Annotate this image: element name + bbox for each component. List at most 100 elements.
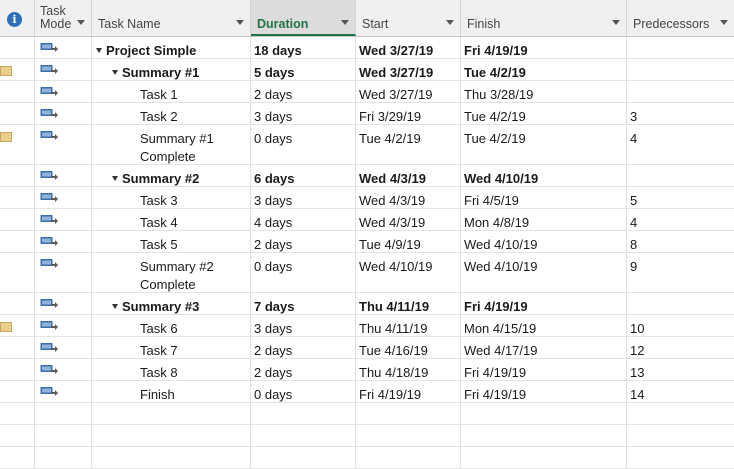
finish-column-header[interactable]: Finish: [461, 0, 627, 36]
empty-cell[interactable]: [92, 425, 251, 446]
finish-cell[interactable]: Fri 4/19/19: [461, 37, 627, 58]
task-mode-cell[interactable]: [35, 187, 92, 208]
empty-row[interactable]: [0, 447, 734, 469]
task-mode-column-header[interactable]: Task Mode: [35, 0, 92, 36]
predecessors-cell[interactable]: [627, 293, 734, 314]
start-cell[interactable]: Wed 4/3/19: [356, 187, 461, 208]
predecessors-column-header[interactable]: Predecessors: [627, 0, 734, 36]
task-name-cell[interactable]: Project Simple: [92, 37, 251, 58]
finish-cell[interactable]: Mon 4/15/19: [461, 315, 627, 336]
table-row[interactable]: Task 2 3 days Fri 3/29/19 Tue 4/2/19 3: [0, 103, 734, 125]
task-name-cell[interactable]: Summary #1 Complete: [92, 125, 251, 164]
duration-cell[interactable]: 0 days: [251, 381, 356, 402]
predecessors-cell[interactable]: [627, 59, 734, 80]
duration-cell[interactable]: 0 days: [251, 253, 356, 292]
start-cell[interactable]: Wed 4/10/19: [356, 253, 461, 292]
finish-cell[interactable]: Tue 4/2/19: [461, 103, 627, 124]
start-cell[interactable]: Fri 3/29/19: [356, 103, 461, 124]
duration-cell[interactable]: 0 days: [251, 125, 356, 164]
task-name-cell[interactable]: Summary #1: [92, 59, 251, 80]
table-row[interactable]: Task 3 3 days Wed 4/3/19 Fri 4/5/19 5: [0, 187, 734, 209]
task-name-cell[interactable]: Task 2: [92, 103, 251, 124]
table-row[interactable]: Summary #1 5 days Wed 3/27/19 Tue 4/2/19: [0, 59, 734, 81]
task-mode-cell[interactable]: [35, 381, 92, 402]
predecessors-cell[interactable]: 5: [627, 187, 734, 208]
table-row[interactable]: Task 4 4 days Wed 4/3/19 Mon 4/8/19 4: [0, 209, 734, 231]
note-indicator-icon[interactable]: [0, 322, 12, 332]
task-name-cell[interactable]: Task 8: [92, 359, 251, 380]
table-row[interactable]: Finish 0 days Fri 4/19/19 Fri 4/19/19 14: [0, 381, 734, 403]
empty-cell[interactable]: [35, 403, 92, 424]
start-cell[interactable]: Tue 4/9/19: [356, 231, 461, 252]
chevron-down-icon[interactable]: [720, 20, 728, 25]
predecessors-cell[interactable]: 9: [627, 253, 734, 292]
chevron-down-icon[interactable]: [77, 20, 85, 25]
duration-column-header[interactable]: Duration: [251, 0, 356, 36]
table-row[interactable]: Task 5 2 days Tue 4/9/19 Wed 4/10/19 8: [0, 231, 734, 253]
table-row[interactable]: Task 1 2 days Wed 3/27/19 Thu 3/28/19: [0, 81, 734, 103]
task-mode-cell[interactable]: [35, 59, 92, 80]
chevron-down-icon[interactable]: [341, 20, 349, 25]
finish-cell[interactable]: Fri 4/19/19: [461, 359, 627, 380]
collapse-triangle-icon[interactable]: [112, 176, 118, 181]
table-row[interactable]: Task 8 2 days Thu 4/18/19 Fri 4/19/19 13: [0, 359, 734, 381]
duration-cell[interactable]: 7 days: [251, 293, 356, 314]
table-row[interactable]: Summary #1 Complete 0 days Tue 4/2/19 Tue 4/…: [0, 125, 734, 165]
finish-cell[interactable]: Wed 4/10/19: [461, 253, 627, 292]
finish-cell[interactable]: Fri 4/19/19: [461, 293, 627, 314]
duration-cell[interactable]: 5 days: [251, 59, 356, 80]
start-cell[interactable]: Thu 4/11/19: [356, 315, 461, 336]
predecessors-cell[interactable]: 13: [627, 359, 734, 380]
task-mode-cell[interactable]: [35, 125, 92, 164]
finish-cell[interactable]: Wed 4/10/19: [461, 231, 627, 252]
empty-cell[interactable]: [461, 403, 627, 424]
task-name-cell[interactable]: Task 7: [92, 337, 251, 358]
duration-cell[interactable]: 2 days: [251, 231, 356, 252]
start-cell[interactable]: Tue 4/16/19: [356, 337, 461, 358]
task-name-cell[interactable]: Summary #2: [92, 165, 251, 186]
task-mode-cell[interactable]: [35, 293, 92, 314]
task-mode-cell[interactable]: [35, 209, 92, 230]
predecessors-cell[interactable]: 12: [627, 337, 734, 358]
empty-row[interactable]: [0, 425, 734, 447]
task-name-cell[interactable]: Summary #2 Complete: [92, 253, 251, 292]
duration-cell[interactable]: 2 days: [251, 337, 356, 358]
note-indicator-icon[interactable]: [0, 66, 12, 76]
start-cell[interactable]: Fri 4/19/19: [356, 381, 461, 402]
collapse-triangle-icon[interactable]: [96, 48, 102, 53]
task-mode-cell[interactable]: [35, 337, 92, 358]
predecessors-cell[interactable]: 3: [627, 103, 734, 124]
finish-cell[interactable]: Fri 4/5/19: [461, 187, 627, 208]
predecessors-cell[interactable]: [627, 37, 734, 58]
task-mode-cell[interactable]: [35, 315, 92, 336]
empty-cell[interactable]: [627, 403, 734, 424]
collapse-triangle-icon[interactable]: [112, 70, 118, 75]
start-cell[interactable]: Thu 4/18/19: [356, 359, 461, 380]
task-name-column-header[interactable]: Task Name: [92, 0, 251, 36]
duration-cell[interactable]: 3 days: [251, 187, 356, 208]
empty-cell[interactable]: [356, 403, 461, 424]
finish-cell[interactable]: Thu 3/28/19: [461, 81, 627, 102]
task-mode-cell[interactable]: [35, 81, 92, 102]
chevron-down-icon[interactable]: [236, 20, 244, 25]
task-name-cell[interactable]: Task 5: [92, 231, 251, 252]
task-mode-cell[interactable]: [35, 37, 92, 58]
duration-cell[interactable]: 2 days: [251, 81, 356, 102]
finish-cell[interactable]: Fri 4/19/19: [461, 381, 627, 402]
start-cell[interactable]: Wed 3/27/19: [356, 81, 461, 102]
predecessors-cell[interactable]: 14: [627, 381, 734, 402]
duration-cell[interactable]: 18 days: [251, 37, 356, 58]
empty-cell[interactable]: [356, 425, 461, 446]
table-row[interactable]: Task 7 2 days Tue 4/16/19 Wed 4/17/19 12: [0, 337, 734, 359]
chevron-down-icon[interactable]: [612, 20, 620, 25]
start-cell[interactable]: Wed 4/3/19: [356, 165, 461, 186]
empty-cell[interactable]: [92, 403, 251, 424]
chevron-down-icon[interactable]: [446, 20, 454, 25]
task-name-cell[interactable]: Task 3: [92, 187, 251, 208]
duration-cell[interactable]: 2 days: [251, 359, 356, 380]
duration-cell[interactable]: 3 days: [251, 103, 356, 124]
finish-cell[interactable]: Mon 4/8/19: [461, 209, 627, 230]
table-row[interactable]: Task 6 3 days Thu 4/11/19 Mon 4/15/19 10: [0, 315, 734, 337]
predecessors-cell[interactable]: 10: [627, 315, 734, 336]
collapse-triangle-icon[interactable]: [112, 304, 118, 309]
